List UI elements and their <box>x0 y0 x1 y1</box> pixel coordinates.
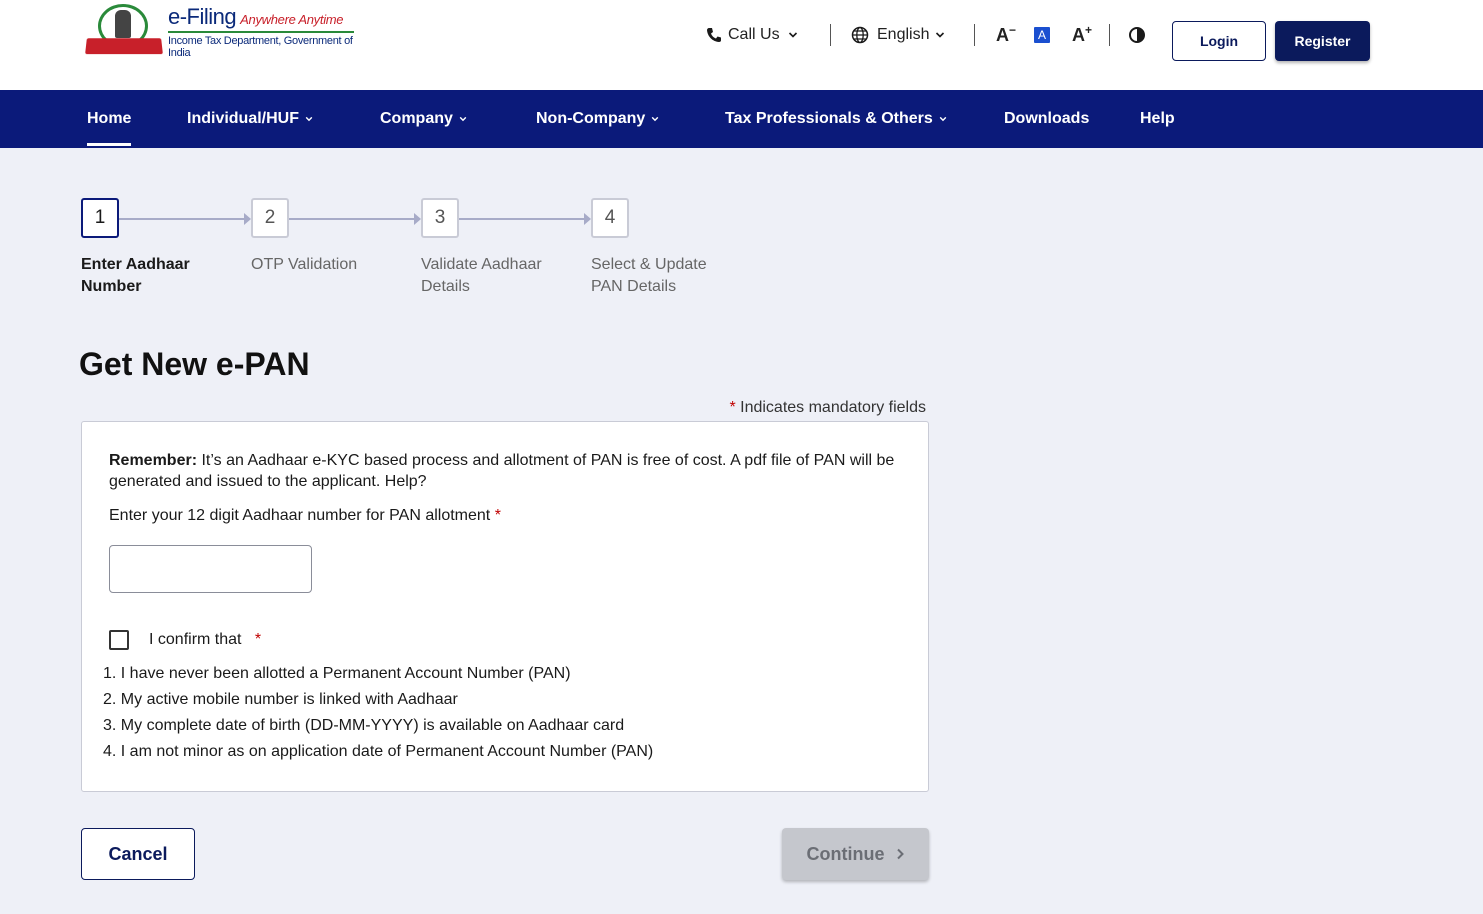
brand-tagline: Anywhere Anytime <box>240 12 344 27</box>
chevron-down-icon <box>788 30 798 40</box>
confirm-label[interactable]: I confirm that * <box>149 631 261 649</box>
nav-label: Home <box>87 110 132 127</box>
mandatory-note: * Indicates mandatory fields <box>600 399 926 417</box>
nav-company[interactable]: Company <box>380 90 467 148</box>
remember-note: Remember: It’s an Aadhaar e-KYC based pr… <box>109 450 899 492</box>
required-star: * <box>254 631 262 648</box>
step-3-indicator: 3 <box>421 198 459 238</box>
aadhaar-label-text: Enter your 12 digit Aadhaar number for P… <box>109 507 491 524</box>
list-item: 2. My active mobile number is linked wit… <box>103 691 458 708</box>
epan-form-card: Remember: It’s an Aadhaar e-KYC based pr… <box>81 421 929 792</box>
step-1-label: Enter Aadhaar Number <box>81 256 190 295</box>
contrast-icon <box>1128 26 1146 44</box>
step-connector <box>119 218 244 220</box>
confirm-conditions-list: 1. I have never been allotted a Permanen… <box>103 663 653 767</box>
divider <box>830 24 831 46</box>
step-connector <box>289 218 414 220</box>
language-label: English <box>877 26 930 43</box>
font-default-label: A <box>1034 27 1050 43</box>
step-4-label: Select & Update PAN Details <box>591 256 707 295</box>
login-button[interactable]: Login <box>1172 21 1266 61</box>
aadhaar-number-input[interactable] <box>109 545 312 593</box>
nav-non-company[interactable]: Non-Company <box>536 90 659 148</box>
chevron-right-icon <box>896 848 904 860</box>
list-item: 1. I have never been allotted a Permanen… <box>103 665 571 682</box>
step-connector <box>459 218 584 220</box>
arrow-right-icon <box>584 213 591 225</box>
globe-icon <box>851 26 869 44</box>
continue-label: Continue <box>806 843 885 864</box>
remember-label: Remember: <box>109 452 198 469</box>
nav-label: Downloads <box>1004 110 1090 127</box>
list-item: 3. My complete date of birth (DD-MM-YYYY… <box>103 717 625 734</box>
step-2-label: OTP Validation <box>251 256 358 273</box>
chevron-down-icon <box>305 116 313 122</box>
divider <box>974 24 975 46</box>
nav-tax-professionals[interactable]: Tax Professionals & Others <box>725 90 947 148</box>
chevron-down-icon <box>935 30 945 40</box>
brand-subtitle: Income Tax Department, Government of Ind… <box>168 31 354 59</box>
chevron-down-icon <box>939 116 947 122</box>
efiling-logo[interactable]: e-Filing Anywhere Anytime Income Tax Dep… <box>85 4 354 59</box>
nav-downloads[interactable]: Downloads <box>1004 90 1089 148</box>
nav-label: Individual/HUF <box>187 110 299 127</box>
step-1-indicator: 1 <box>81 198 119 238</box>
arrow-right-icon <box>414 213 421 225</box>
nav-label: Tax Professionals & Others <box>725 110 933 127</box>
nav-label: Help <box>1140 110 1175 127</box>
call-us-menu[interactable]: Call Us <box>706 20 798 50</box>
font-default-button[interactable]: A <box>1034 20 1050 50</box>
confirm-checkbox[interactable] <box>109 630 129 650</box>
main-nav: Home Individual/HUF Company Non-Company … <box>0 90 1483 148</box>
top-header: e-Filing Anywhere Anytime Income Tax Dep… <box>0 0 1483 90</box>
arrow-right-icon <box>244 213 251 225</box>
brand-name: e-Filing <box>168 4 237 29</box>
font-increase-label: A <box>1072 24 1085 45</box>
nav-label: Non-Company <box>536 110 646 127</box>
mandatory-note-text: Indicates mandatory fields <box>735 399 926 416</box>
remember-text: It’s an Aadhaar e-KYC based process and … <box>109 452 895 490</box>
step-4-indicator: 4 <box>591 198 629 238</box>
nav-label: Company <box>380 110 453 127</box>
chevron-down-icon <box>652 116 659 122</box>
step-3-label: Validate Aadhaar Details <box>421 256 542 295</box>
confirm-label-text: I confirm that <box>149 631 242 648</box>
divider <box>1109 24 1110 46</box>
cancel-button[interactable]: Cancel <box>81 828 195 880</box>
font-decrease-label: A <box>996 24 1009 45</box>
chevron-down-icon <box>459 116 467 122</box>
nav-individual-huf[interactable]: Individual/HUF <box>187 90 313 148</box>
language-selector[interactable]: English <box>851 20 945 50</box>
step-2-indicator: 2 <box>251 198 289 238</box>
contrast-toggle[interactable] <box>1128 20 1146 50</box>
continue-button[interactable]: Continue <box>782 828 929 880</box>
page-title: Get New e-PAN <box>79 346 310 382</box>
list-item: 4. I am not minor as on application date… <box>103 743 654 760</box>
font-increase-button[interactable]: A + <box>1072 20 1092 50</box>
emblem-icon <box>85 4 163 56</box>
nav-help[interactable]: Help <box>1140 90 1175 148</box>
required-star: * <box>494 507 501 524</box>
nav-home[interactable]: Home <box>87 90 132 148</box>
register-button[interactable]: Register <box>1275 21 1370 61</box>
aadhaar-field-label: Enter your 12 digit Aadhaar number for P… <box>109 507 501 525</box>
font-decrease-button[interactable]: A − <box>996 20 1016 50</box>
call-us-label: Call Us <box>728 26 780 43</box>
phone-icon <box>706 27 722 43</box>
